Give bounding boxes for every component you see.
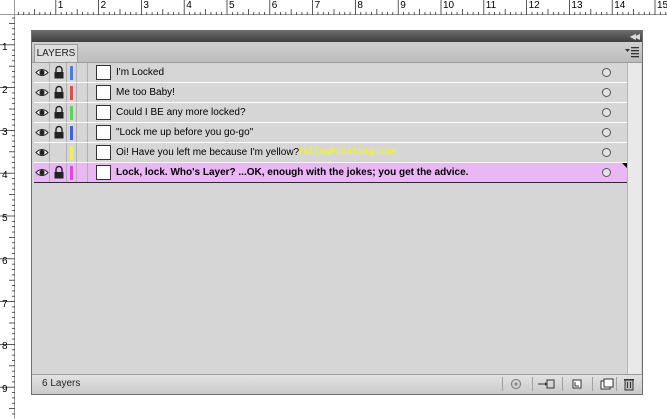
visibility-toggle[interactable]: [34, 143, 50, 162]
expand-toggle-cell[interactable]: [76, 163, 88, 182]
visibility-toggle[interactable]: [34, 63, 50, 82]
ruler-left-number: 6: [2, 255, 8, 267]
lock-toggle[interactable]: [51, 63, 67, 82]
lock-toggle[interactable]: [51, 123, 67, 142]
layer-thumbnail: [96, 165, 111, 180]
eye-icon: [35, 109, 49, 116]
target-icon[interactable]: [602, 88, 611, 97]
visibility-toggle[interactable]: [34, 83, 50, 102]
ruler-left-number: 3: [2, 127, 8, 139]
panel-titlebar[interactable]: ◀◀: [32, 31, 642, 42]
layer-name[interactable]: I'm Locked: [116, 63, 164, 82]
ruler-top-number: 15: [657, 0, 667, 11]
eye-icon: [35, 169, 49, 176]
ruler-top-number: 6: [271, 0, 278, 11]
layer-color-swatch: [70, 86, 73, 100]
expand-toggle-cell[interactable]: [76, 103, 88, 122]
eye-icon: [35, 129, 49, 136]
target-icon[interactable]: [602, 68, 611, 77]
ruler-left-number: 4: [2, 170, 8, 182]
layer-color-swatch: [70, 146, 73, 160]
create-new-sublayer-icon[interactable]: [562, 377, 590, 391]
layer-row[interactable]: "Lock me up before you go-go": [34, 123, 627, 143]
ruler-top-number: 7: [314, 0, 321, 11]
lock-icon: [54, 65, 64, 79]
layers-list: I'm Locked Me too Baby! Could I BE any m…: [34, 63, 627, 375]
expand-toggle-cell[interactable]: [76, 83, 88, 102]
expand-toggle-cell[interactable]: [76, 143, 88, 162]
ruler-top-number: 10: [443, 0, 455, 11]
watermark-text: YellowPrinting.com: [298, 147, 396, 157]
panel-tabstrip: LAYERS: [32, 42, 642, 63]
eye-icon: [35, 69, 49, 76]
layer-row[interactable]: Oi! Have you left me because I'm yellow?…: [34, 143, 627, 163]
layer-thumbnail: [96, 85, 111, 100]
ruler-left-number: 1: [2, 41, 8, 53]
layer-color-swatch: [70, 166, 73, 180]
target-icon[interactable]: [602, 148, 611, 157]
delete-layer-icon[interactable]: [616, 377, 644, 391]
panel-footer: 6 Layers: [32, 374, 642, 394]
lock-icon: [54, 125, 64, 139]
ruler-top-number: 8: [357, 0, 363, 11]
lock-toggle[interactable]: [51, 143, 67, 162]
ruler-left-number: 9: [2, 384, 8, 396]
lock-icon: [54, 85, 64, 99]
ruler-top-number: 5: [229, 0, 235, 11]
ruler-left-number: 5: [2, 213, 8, 224]
ruler-top-number: 12: [528, 0, 540, 11]
lock-icon: [54, 105, 64, 119]
layer-row[interactable]: I'm Locked: [34, 63, 627, 83]
lock-toggle[interactable]: [51, 83, 67, 102]
eye-icon: [35, 149, 49, 156]
locate-object-icon[interactable]: [502, 377, 530, 391]
ruler-top-number: 14: [614, 0, 626, 11]
layer-thumbnail: [96, 125, 111, 140]
panel-menu-icon[interactable]: [625, 46, 639, 58]
ruler-top-number: 9: [400, 0, 406, 11]
ruler-left-number: 7: [2, 298, 8, 310]
visibility-toggle[interactable]: [34, 103, 50, 122]
layer-name[interactable]: Could I BE any more locked?: [116, 103, 246, 122]
layer-thumbnail: [96, 105, 111, 120]
target-icon[interactable]: [602, 168, 611, 177]
ruler-top-number: 11: [485, 0, 497, 11]
lock-toggle[interactable]: [51, 163, 67, 182]
layer-thumbnail: [96, 145, 111, 160]
layer-row[interactable]: Me too Baby!: [34, 83, 627, 103]
layer-name[interactable]: Lock, lock. Who's Layer? ...OK, enough w…: [116, 163, 468, 182]
target-icon[interactable]: [602, 108, 611, 117]
layer-name[interactable]: "Lock me up before you go-go": [116, 123, 253, 142]
ruler-top-number: 2: [100, 0, 107, 11]
layer-color-swatch: [70, 106, 73, 120]
ruler-top-number: 4: [186, 0, 192, 11]
visibility-toggle[interactable]: [34, 123, 50, 142]
ruler-top-number: 3: [143, 0, 149, 11]
layer-row[interactable]: Lock, lock. Who's Layer? ...OK, enough w…: [34, 163, 627, 183]
ruler-top-number: 13: [571, 0, 583, 11]
make-clipping-mask-icon[interactable]: [532, 377, 560, 391]
layer-thumbnail: [96, 65, 111, 80]
double-chevron-left-icon[interactable]: ◀◀: [630, 31, 640, 42]
lock-toggle[interactable]: [51, 103, 67, 122]
layer-color-swatch: [70, 126, 73, 140]
layers-scrollbar[interactable]: [627, 63, 641, 375]
layer-count: 6 Layers: [42, 378, 81, 389]
expand-toggle-cell[interactable]: [76, 123, 88, 142]
layer-name[interactable]: Me too Baby!: [116, 83, 175, 102]
expand-toggle-cell[interactable]: [76, 63, 88, 82]
target-icon[interactable]: [602, 128, 611, 137]
visibility-toggle[interactable]: [34, 163, 50, 182]
layer-row[interactable]: Could I BE any more locked?: [34, 103, 627, 123]
ruler-left-number: 8: [2, 341, 8, 353]
eye-icon: [35, 89, 49, 96]
layer-color-swatch: [70, 66, 73, 80]
ruler-top-number: 1: [57, 0, 64, 11]
layer-name[interactable]: Oi! Have you left me because I'm yellow?: [116, 143, 299, 162]
ruler-left-number: 2: [2, 84, 8, 96]
lock-icon: [54, 165, 64, 179]
layers-panel: ◀◀ LAYERS I'm Locked Me too Baby! Could …: [31, 30, 643, 395]
tab-layers[interactable]: LAYERS: [34, 44, 78, 62]
